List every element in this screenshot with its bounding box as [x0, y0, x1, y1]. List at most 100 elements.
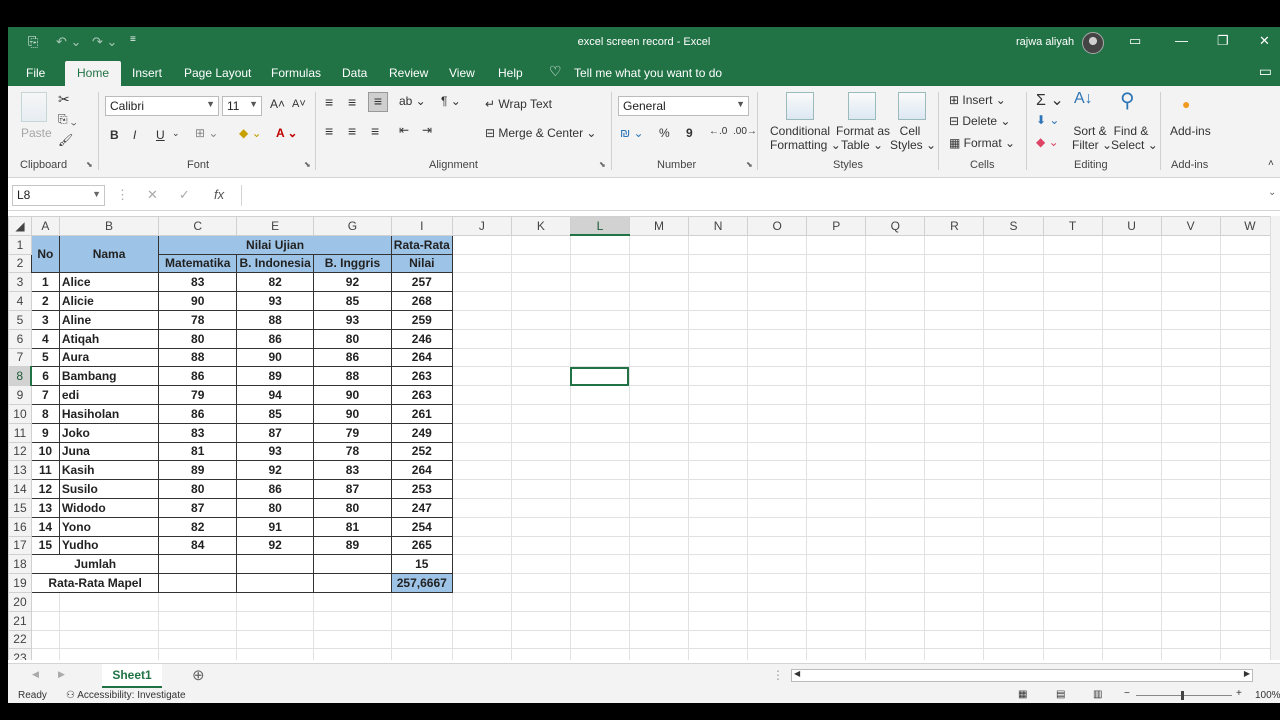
tab-data[interactable]: Data	[342, 66, 367, 80]
increase-indent-icon[interactable]: ⇥	[422, 123, 432, 137]
cell[interactable]	[1101, 272, 1162, 293]
decrease-decimal-icon[interactable]: .00→	[733, 126, 757, 137]
cell[interactable]	[924, 460, 985, 481]
cell[interactable]	[569, 648, 630, 660]
cell-rata-rata[interactable]: 261	[390, 403, 453, 424]
tab-page-layout[interactable]: Page Layout	[184, 66, 251, 80]
clipboard-launcher-icon[interactable]: ⬊	[86, 160, 93, 169]
cell-b-inggris[interactable]: 87	[313, 479, 392, 499]
cell-rata-rata[interactable]: 259	[390, 309, 453, 330]
cell[interactable]	[1160, 516, 1221, 537]
cell[interactable]	[806, 403, 867, 424]
cell[interactable]	[628, 328, 690, 349]
tab-home[interactable]: Home	[65, 61, 122, 86]
cell[interactable]	[1042, 366, 1103, 387]
cell[interactable]	[569, 385, 630, 405]
cell[interactable]	[569, 309, 630, 330]
cell[interactable]	[451, 591, 512, 612]
user-name[interactable]: rajwa aliyah	[1016, 36, 1074, 48]
comma-button[interactable]: 9	[686, 126, 693, 140]
cell[interactable]	[688, 403, 749, 424]
cell[interactable]	[451, 347, 512, 368]
cell[interactable]	[313, 573, 392, 593]
cell[interactable]	[1101, 460, 1162, 481]
row-header[interactable]: 16	[8, 516, 32, 537]
cell[interactable]	[806, 535, 867, 556]
cell[interactable]	[1101, 648, 1162, 660]
tab-formulas[interactable]: Formulas	[271, 66, 321, 80]
expand-formula-icon[interactable]: ⌄	[1268, 187, 1276, 198]
cell[interactable]	[806, 516, 867, 537]
cell[interactable]	[1042, 422, 1103, 443]
row-header[interactable]: 23	[8, 648, 32, 660]
column-header[interactable]: T	[1042, 216, 1103, 236]
cell[interactable]	[806, 573, 867, 593]
cell-b-inggris[interactable]: 88	[313, 366, 392, 387]
cell[interactable]	[865, 554, 926, 575]
orientation-icon[interactable]: ab ⌄	[399, 94, 426, 108]
cell[interactable]	[1101, 422, 1162, 443]
zoom-slider[interactable]	[1136, 695, 1232, 696]
row-header[interactable]: 10	[8, 403, 32, 424]
cell-jumlah-label[interactable]: Jumlah	[30, 554, 160, 575]
addins-button[interactable]: Add-ins	[1170, 124, 1211, 138]
column-header[interactable]: G	[313, 216, 392, 236]
scroll-right-icon[interactable]: ▶	[1244, 669, 1250, 678]
cell-l8-selected[interactable]	[569, 366, 630, 387]
cell[interactable]	[1101, 347, 1162, 368]
cell[interactable]	[806, 272, 867, 293]
cell[interactable]	[569, 535, 630, 556]
cell[interactable]	[806, 328, 867, 349]
row-header[interactable]: 19	[8, 573, 32, 593]
cell-nama[interactable]: Juna	[58, 441, 160, 462]
cell[interactable]	[806, 554, 867, 575]
cell[interactable]	[865, 516, 926, 537]
cell[interactable]	[688, 610, 749, 631]
cell[interactable]	[983, 403, 1044, 424]
cell[interactable]	[688, 648, 749, 660]
cell-b-indonesia[interactable]: 80	[236, 497, 315, 518]
cell[interactable]	[451, 422, 512, 443]
cell[interactable]	[688, 234, 749, 255]
cell[interactable]	[983, 366, 1044, 387]
cell-nama[interactable]: Atiqah	[58, 328, 160, 349]
cell-b-inggris[interactable]: 80	[313, 497, 392, 518]
cell-no[interactable]: 4	[30, 328, 60, 349]
alignment-launcher-icon[interactable]: ⬊	[599, 160, 606, 169]
cell-nama[interactable]: edi	[58, 385, 160, 405]
tell-me-search[interactable]: Tell me what you want to do	[574, 66, 722, 80]
cell-b-inggris[interactable]: 78	[313, 441, 392, 462]
cell[interactable]	[1101, 535, 1162, 556]
cell-no[interactable]: 1	[30, 272, 60, 293]
clear-icon[interactable]: ◆ ⌄	[1036, 135, 1059, 149]
normal-view-icon[interactable]: ▦	[1018, 689, 1027, 700]
cell[interactable]	[1042, 291, 1103, 311]
cell-b-inggris[interactable]: 86	[313, 347, 392, 368]
cell[interactable]	[628, 460, 690, 481]
avatar[interactable]	[1082, 32, 1104, 54]
cell-matematika[interactable]: 86	[158, 403, 238, 424]
cell[interactable]	[569, 591, 630, 612]
cell[interactable]	[747, 591, 808, 612]
row-header[interactable]: 5	[8, 309, 32, 330]
number-launcher-icon[interactable]: ⬊	[746, 160, 753, 169]
cell[interactable]	[628, 347, 690, 368]
cell[interactable]	[865, 234, 926, 255]
cell[interactable]	[747, 535, 808, 556]
cell[interactable]	[1101, 328, 1162, 349]
cell-b-indonesia[interactable]: 90	[236, 347, 315, 368]
cell[interactable]	[688, 497, 749, 518]
cell[interactable]	[865, 253, 926, 274]
row-header[interactable]: 7	[8, 347, 32, 368]
cell[interactable]	[983, 497, 1044, 518]
cell[interactable]	[30, 610, 60, 631]
cell[interactable]	[236, 629, 315, 650]
cell[interactable]	[747, 234, 808, 255]
cell-matematika[interactable]: 88	[158, 347, 238, 368]
cell[interactable]	[451, 516, 512, 537]
autosum-icon[interactable]: Σ ⌄	[1036, 90, 1064, 110]
cell[interactable]	[806, 648, 867, 660]
cell-rata-rata[interactable]: 254	[390, 516, 453, 537]
cell[interactable]	[688, 366, 749, 387]
cell[interactable]	[865, 291, 926, 311]
